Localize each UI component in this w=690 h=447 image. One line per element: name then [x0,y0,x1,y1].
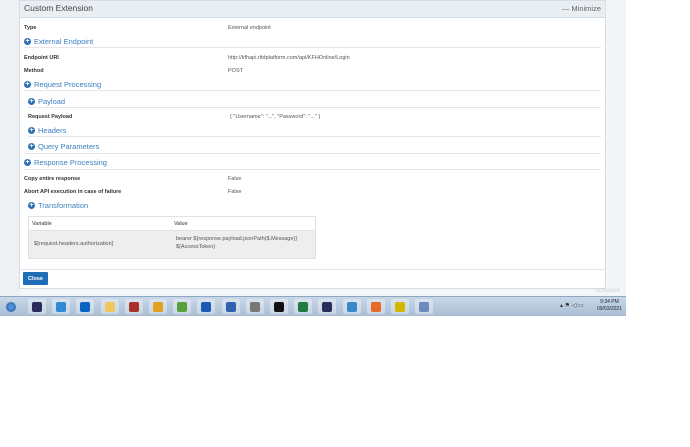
start-button[interactable] [2,299,20,314]
taskbar-app-icon[interactable] [366,299,385,314]
abort-label: Abort API execution in case of failure [24,189,122,195]
taskbar-app-icon[interactable] [270,299,288,314]
app-icon [370,301,381,312]
app-icon [298,301,309,312]
section-label: Headers [38,126,67,135]
request-payload-value: { "Username": "...", "Password": "..." } [230,114,321,120]
divider [28,136,601,137]
modal-header: Custom Extension — Minimize [20,1,605,18]
tray-icons[interactable]: ▴ ⚑ ◁ ▭ [560,302,584,309]
divider [24,47,601,48]
plus-circle-icon: + [24,81,31,88]
method-value: POST [228,68,243,74]
section-transformation[interactable]: + Transformation [28,201,88,210]
app-icon [322,301,333,312]
modal-title: Custom Extension [24,3,93,13]
table-row: ${request.headers.authorization} bearer … [29,231,315,258]
table-header: Variable Value [29,217,315,231]
taskbar-app-icon[interactable] [415,299,434,314]
method-label: Method [24,68,44,74]
variable-cell: ${request.headers.authorization} [34,241,114,247]
taskbar-app-icon[interactable] [221,299,240,314]
taskbar-app-icon[interactable] [342,299,361,314]
endpoint-uri-value: http://kfhapi.rltdplatform.com/api/KFHOn… [228,55,350,61]
divider [24,153,601,154]
minimize-button[interactable]: — Minimize [562,4,601,13]
column-header-variable: Variable [32,221,52,227]
taskbar-app-icon[interactable] [197,299,216,314]
plus-circle-icon: + [28,202,35,209]
plus-circle-icon: + [28,98,35,105]
transformation-table: Variable Value ${request.headers.authori… [28,216,316,259]
app-icon [201,301,212,312]
taskbar-app-icon[interactable] [124,299,143,314]
section-response-processing[interactable]: + Response Processing [24,158,107,167]
taskbar-app-icon[interactable] [391,299,409,314]
taskbar-app-icon[interactable] [294,299,313,314]
plus-circle-icon: + [24,38,31,45]
plus-circle-icon: + [24,159,31,166]
app-icon [249,301,260,312]
app-icon [395,301,405,312]
section-payload[interactable]: + Payload [28,97,65,106]
divider [24,90,601,91]
app-icon [56,301,67,312]
taskbar-app-icon[interactable] [245,299,264,314]
plus-circle-icon: + [28,143,35,150]
section-label: External Endpoint [34,37,94,46]
app-icon [177,301,188,312]
close-button[interactable]: Close [23,272,48,285]
watermark: softwaire [596,288,621,294]
section-label: Payload [38,97,66,106]
app-icon [80,301,91,312]
app-icon [274,301,284,312]
request-payload-label: Request Payload [28,114,73,120]
background-sidebar [0,0,19,296]
section-external-endpoint[interactable]: + External Endpoint [24,37,93,46]
minimize-label: Minimize [571,4,601,13]
app-icon [419,301,430,312]
plus-circle-icon: + [28,127,35,134]
copy-response-label: Copy entire response [24,176,81,182]
footer-divider [20,269,605,270]
app-icon [128,301,139,312]
app-icon [346,301,357,312]
divider [28,107,601,108]
type-value: External endpoint [228,25,271,31]
app-icon [32,301,42,312]
app-icon [225,301,236,312]
endpoint-uri-label: Endpoint URI [24,55,59,61]
app-icon [104,301,115,312]
clock-date: 09/03/2021 [596,306,622,312]
taskbar-app-icon[interactable] [149,299,167,314]
type-label: Type [24,25,37,31]
section-query-parameters[interactable]: + Query Parameters [28,142,99,151]
taskbar-app-icon[interactable] [318,299,337,314]
taskbar-app-icon[interactable] [28,299,46,314]
custom-extension-modal: Custom Extension — Minimize Type Externa… [19,0,606,289]
section-request-processing[interactable]: + Request Processing [24,80,101,89]
section-label: Response Processing [34,158,107,167]
taskbar-app-icon[interactable] [76,299,95,314]
section-headers[interactable]: + Headers [28,126,66,135]
abort-value: False [228,189,242,195]
taskbar-app-icon[interactable] [52,299,71,314]
taskbar-app-icon[interactable] [100,299,119,314]
section-label: Request Processing [34,80,102,89]
section-label: Transformation [38,201,89,210]
copy-response-value: False [228,176,242,182]
column-header-value: Value [174,221,188,227]
windows-taskbar: ▴ ⚑ ◁ ▭ 9:34 PM 09/03/2021 [0,296,626,316]
value-cell-line1: bearer ${response.payload.jsonPath($.Mes… [176,236,298,242]
value-cell-line2: ${AccessToken} [176,244,216,250]
app-icon [153,301,163,312]
divider [24,169,601,170]
clock-time: 9:34 PM [600,299,619,305]
section-label: Query Parameters [38,142,100,151]
system-clock[interactable]: 9:34 PM 09/03/2021 [597,299,622,313]
taskbar-app-icon[interactable] [173,299,192,314]
